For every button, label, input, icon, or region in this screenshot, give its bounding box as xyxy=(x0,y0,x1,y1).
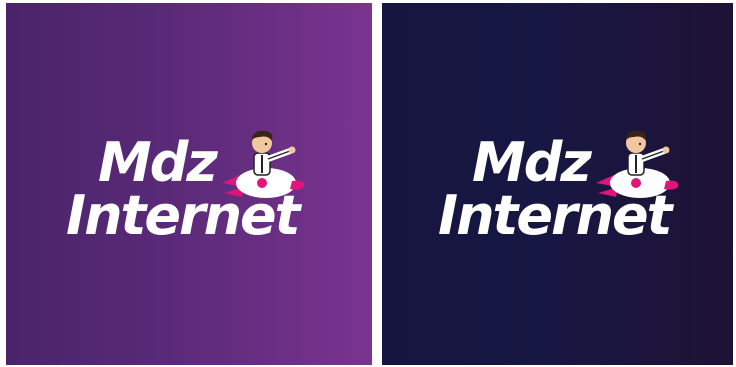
logo: Mdz Internet xyxy=(382,3,733,365)
logo-text-line-1: Mdz xyxy=(98,131,218,194)
rocket-rider-mascot-icon xyxy=(222,130,305,198)
logo-text-line-1: Mdz xyxy=(472,131,592,194)
logo-tile-dark-navy: Mdz Internet xyxy=(382,3,733,365)
logo-comparison-canvas: Mdz Internet Mdz Internet xyxy=(0,0,736,367)
rocket-rider-mascot-icon xyxy=(596,130,679,198)
logo: Mdz Internet xyxy=(6,3,372,365)
logo-tile-purple: Mdz Internet xyxy=(6,3,372,365)
